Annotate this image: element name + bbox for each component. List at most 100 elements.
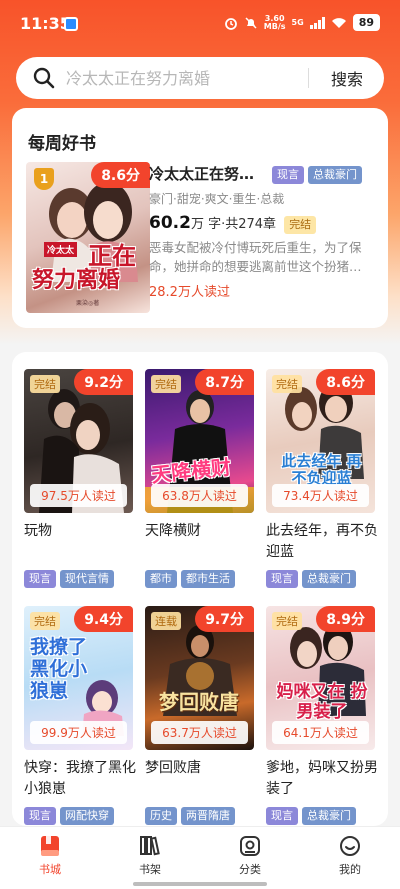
tab-bookshelf[interactable]: 书架 xyxy=(115,833,185,877)
chapter-count: ·共274章 xyxy=(221,217,277,232)
wifi-icon xyxy=(331,17,346,28)
book-item[interactable]: 此去经年 再不负迎蓝 完结 8.6分 73.4万人读过 此去经年，再不负迎蓝 现… xyxy=(266,369,378,588)
weekly-book-description: 恶毒女配被冷付博玩死后重生，为了保命，她拼命的想要逃离前世这个扮猪… xyxy=(149,240,362,274)
book-cover[interactable]: 此去经年 再不负迎蓝 完结 8.6分 73.4万人读过 xyxy=(266,369,375,513)
book-cover[interactable]: 梦回败唐 连载 9.7分 63.7万人读过 xyxy=(145,606,254,750)
tag-subgenre: 都市生活 xyxy=(181,570,235,588)
reads-badge: 99.9万人读过 xyxy=(30,721,127,744)
alarm-icon xyxy=(224,17,237,30)
book-cover[interactable]: 1 8.6分 冷太太 正在 努力离婚 栗染◎著 xyxy=(26,162,150,313)
signal-icon xyxy=(309,16,325,29)
book-title[interactable]: 爹地，妈咪又扮男装了 xyxy=(266,758,378,800)
weekly-book-keywords: 豪门·甜宠·爽文·重生·总裁 xyxy=(149,192,285,206)
book-title[interactable]: 此去经年，再不负迎蓝 xyxy=(266,521,378,563)
tab-label: 我的 xyxy=(339,863,361,876)
book-item[interactable]: 梦回败唐 连载 9.7分 63.7万人读过 梦回败唐 历史 两晋隋唐 xyxy=(145,606,257,825)
tag-genre: 现言 xyxy=(266,570,298,588)
tab-label: 书架 xyxy=(139,863,161,876)
book-title[interactable]: 梦回败唐 xyxy=(145,758,257,800)
section-title: 每周好书 xyxy=(28,134,96,154)
tag-genre: 现言 xyxy=(24,807,56,825)
search-button[interactable]: 搜索 xyxy=(331,66,363,90)
cover-title-art: 梦回败唐 xyxy=(159,690,239,714)
search-bar: 搜索 xyxy=(16,57,384,99)
book-item[interactable]: 我撩了 黑化小 狼崽 完结 9.4分 99.9万人读过 快穿：我撩了黑化小狼崽 … xyxy=(24,606,136,825)
status-badge: 完结 xyxy=(30,375,60,393)
tag-genre: 历史 xyxy=(145,807,177,825)
book-title[interactable]: 玩物 xyxy=(24,521,136,563)
book-cover[interactable]: 我撩了 黑化小 狼崽 完结 9.4分 99.9万人读过 xyxy=(24,606,133,750)
tag-subgenre: 总裁豪门 xyxy=(302,570,356,588)
cover-author: 栗染◎著 xyxy=(76,300,100,307)
search-icon[interactable] xyxy=(32,66,56,90)
rank-badge: 1 xyxy=(34,168,54,190)
score-badge: 8.7分 xyxy=(195,369,254,395)
score-badge: 9.2分 xyxy=(74,369,133,395)
score-badge: 8.6分 xyxy=(91,162,150,188)
tag-subgenre: 网配快穿 xyxy=(60,807,114,825)
tag-genre: 现言 xyxy=(266,807,298,825)
score-badge: 9.4分 xyxy=(74,606,133,632)
tag-subgenre: 现代言情 xyxy=(60,570,114,588)
network-speed: 3.60 MB/s xyxy=(263,13,286,31)
book-cover[interactable]: 完结 9.2分 97.5万人读过 xyxy=(24,369,133,513)
reads-badge: 97.5万人读过 xyxy=(30,484,127,507)
cover-title-art: 我撩了 黑化小 狼崽 xyxy=(30,636,88,702)
search-input[interactable] xyxy=(66,68,286,88)
score-badge: 9.7分 xyxy=(195,606,254,632)
profile-icon xyxy=(340,836,360,856)
tab-label: 书城 xyxy=(39,863,61,876)
book-cover[interactable]: 妈咪又在 扮男装了 完结 8.9分 64.1万人读过 xyxy=(266,606,375,750)
book-cover[interactable]: 天降横财 完结 8.7分 63.8万人读过 xyxy=(145,369,254,513)
reads-badge: 64.1万人读过 xyxy=(272,721,369,744)
weekly-book-title[interactable]: 冷太太正在努… xyxy=(149,163,267,184)
tag-genre: 现言 xyxy=(272,166,304,184)
score-badge: 8.9分 xyxy=(316,606,375,632)
tab-label: 分类 xyxy=(239,863,261,876)
score-badge: 8.6分 xyxy=(316,369,375,395)
weekly-book-reads: 28.2万人读过 xyxy=(149,285,230,300)
tab-category[interactable]: 分类 xyxy=(215,833,285,877)
battery-indicator: 89 xyxy=(352,14,380,31)
tab-profile[interactable]: 我的 xyxy=(315,833,385,877)
weekly-book-tags: 现言 总裁豪门 xyxy=(272,163,366,184)
network-type: 5G xyxy=(291,17,304,27)
status-tag: 完结 xyxy=(284,216,317,234)
tab-bookstore[interactable]: 书城 xyxy=(15,833,85,877)
status-badge: 完结 xyxy=(151,375,181,393)
book-item[interactable]: 天降横财 完结 8.7分 63.8万人读过 天降横财 都市 都市生活 xyxy=(145,369,257,588)
cover-title-line2: 努力离婚 xyxy=(32,268,121,293)
reads-badge: 63.7万人读过 xyxy=(151,721,248,744)
cover-title-art: 此去经年 再不负迎蓝 xyxy=(281,452,362,487)
book-title[interactable]: 天降横财 xyxy=(145,521,257,563)
word-unit: 万 字 xyxy=(190,217,222,232)
tag-subgenre: 总裁豪门 xyxy=(302,807,356,825)
word-count: 60.2 xyxy=(149,213,191,233)
tag-subgenre: 总裁豪门 xyxy=(308,166,362,184)
category-icon xyxy=(240,836,260,856)
home-indicator xyxy=(133,882,267,886)
weekly-book-stats: 60.2万 字·共274章 完结 xyxy=(149,213,320,234)
search-divider xyxy=(308,68,309,88)
cover-title-tag: 冷太太 xyxy=(44,242,78,257)
tag-genre: 现言 xyxy=(24,570,56,588)
book-item[interactable]: 妈咪又在 扮男装了 完结 8.9分 64.1万人读过 爹地，妈咪又扮男装了 现言… xyxy=(266,606,378,825)
bottom-tab-bar: 书城 书架 分类 我的 xyxy=(0,826,400,889)
reads-badge: 73.4万人读过 xyxy=(272,484,369,507)
mute-icon xyxy=(245,16,257,29)
status-badge: 完结 xyxy=(272,375,302,393)
status-icons: 3.60 MB/s 5G 89 xyxy=(224,14,380,31)
book-grid: 完结 9.2分 97.5万人读过 玩物 现言 现代言情 天降横财 完结 8.7分 … xyxy=(12,352,388,826)
bookshelf-icon xyxy=(140,836,160,856)
tag-genre: 都市 xyxy=(145,570,177,588)
cover-title-art: 妈咪又在 扮男装了 xyxy=(276,682,368,722)
status-bar: 11:35 3.60 MB/s 5G 89 xyxy=(0,0,400,48)
status-badge: 完结 xyxy=(272,612,302,630)
status-badge: 完结 xyxy=(30,612,60,630)
bookstore-icon xyxy=(41,836,59,856)
reads-badge: 63.8万人读过 xyxy=(151,484,248,507)
status-badge: 连载 xyxy=(151,612,181,630)
notification-app-icon xyxy=(64,17,78,31)
book-title[interactable]: 快穿：我撩了黑化小狼崽 xyxy=(24,758,136,800)
book-item[interactable]: 完结 9.2分 97.5万人读过 玩物 现言 现代言情 xyxy=(24,369,136,588)
